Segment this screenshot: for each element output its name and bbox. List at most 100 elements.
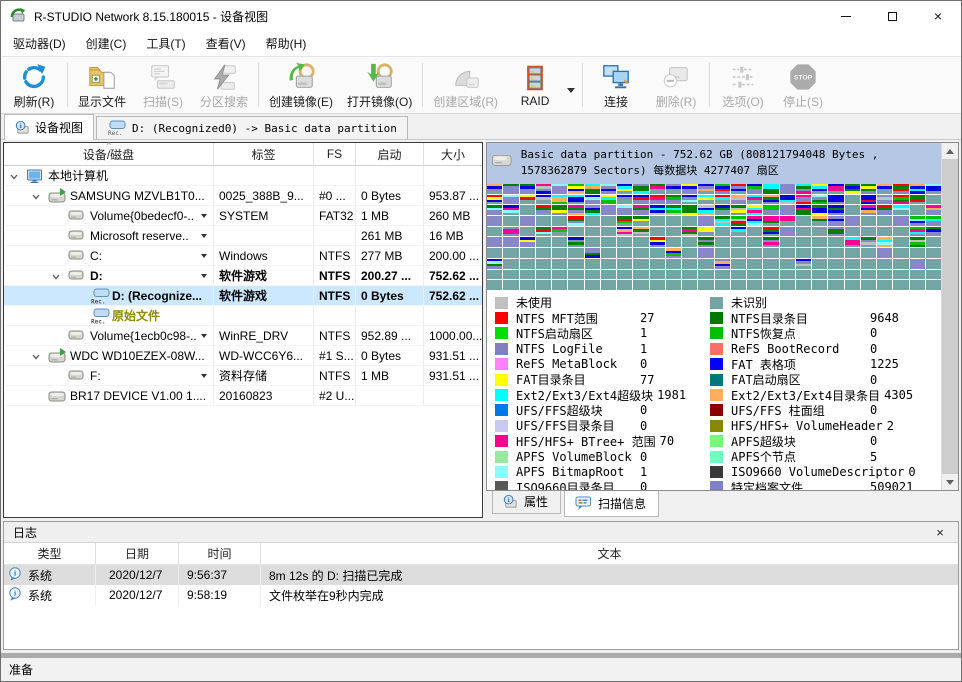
scan-block	[585, 195, 600, 205]
show-files-button[interactable]: 显示文件	[71, 58, 133, 112]
scan-block	[796, 205, 811, 215]
svg-text:i: i	[14, 568, 16, 577]
scan-block	[487, 227, 502, 237]
raid-button[interactable]: RAID	[505, 58, 565, 112]
menu-drives[interactable]: 驱动器(D)	[3, 31, 76, 56]
menu-create[interactable]: 创建(C)	[76, 31, 137, 56]
scan-block	[893, 216, 908, 226]
svg-text:Rec.: Rec.	[108, 130, 122, 136]
legend-item: 未使用	[495, 295, 710, 310]
menu-tools[interactable]: 工具(T)	[136, 31, 195, 56]
maximize-button[interactable]	[869, 1, 915, 31]
tree-row[interactable]: WDC WD10EZEX-08W...WD-WCC6Y6...#1 S...0 …	[4, 346, 482, 366]
refresh-icon	[19, 61, 49, 93]
scan-block	[585, 248, 600, 258]
log-row[interactable]: i系统2020/12/79:58:19文件枚举在9秒内完成	[4, 585, 958, 605]
dropdown-caret-icon[interactable]	[201, 334, 207, 338]
column-header-size[interactable]: 大小	[424, 143, 482, 165]
legend-count: 2	[883, 419, 894, 433]
tab-properties[interactable]: i 属性	[492, 491, 561, 514]
expand-chevron-icon[interactable]	[51, 271, 61, 285]
vertical-scrollbar[interactable]	[941, 143, 958, 490]
dropdown-caret-icon[interactable]	[201, 234, 207, 238]
device-name: F:	[90, 369, 101, 383]
raid-button-group: RAID	[505, 58, 579, 112]
size-cell	[424, 306, 482, 326]
scan-block	[845, 195, 860, 205]
tree-row[interactable]: 本地计算机	[4, 166, 482, 186]
scroll-down-icon[interactable]	[942, 474, 958, 490]
scan-block	[520, 216, 535, 226]
log-column-type[interactable]: 类型	[4, 543, 96, 564]
tree-row[interactable]: F:资料存储NTFS1 MB931.51 ...	[4, 366, 482, 386]
dropdown-caret-icon[interactable]	[201, 254, 207, 258]
scan-block	[812, 270, 827, 280]
create-image-button[interactable]: 创建镜像(E)	[262, 58, 340, 112]
device-name: Volume{1ecb0c98-..	[90, 329, 197, 343]
expand-chevron-icon[interactable]	[31, 351, 41, 365]
column-header-start[interactable]: 启动	[356, 143, 424, 165]
refresh-button[interactable]: 刷新(R)	[4, 58, 64, 112]
maximize-icon	[888, 12, 897, 21]
dropdown-caret-icon[interactable]	[201, 214, 207, 218]
log-column-date[interactable]: 日期	[96, 543, 179, 564]
fs-cell: NTFS	[314, 266, 356, 286]
tab-recognized-partition[interactable]: Rec. D: (Recognized0) -> Basic data part…	[96, 116, 408, 139]
scan-block	[536, 195, 551, 205]
log-row[interactable]: i系统2020/12/79:56:378m 12s 的 D: 扫描已完成	[4, 565, 958, 585]
tree-row[interactable]: BR17 DEVICE V1.00 1....20160823#2 U...	[4, 386, 482, 406]
scan-block	[715, 280, 730, 290]
device-name: Volume{0bedecf0-..	[90, 209, 194, 223]
scroll-up-icon[interactable]	[942, 143, 958, 159]
legend-item: NTFS MFT范围27	[495, 310, 710, 325]
scan-block	[487, 205, 502, 215]
tree-row[interactable]: C:WindowsNTFS277 MB200.00 ...	[4, 246, 482, 266]
scan-block	[828, 270, 843, 280]
log-column-time[interactable]: 时间	[179, 543, 261, 564]
recognized-partition-tab-label: D: (Recognized0) -> Basic data partition	[132, 122, 397, 135]
scan-block	[650, 195, 665, 205]
scan-block	[715, 227, 730, 237]
legend-swatch	[710, 312, 723, 324]
tree-row[interactable]: Volume{1ecb0c98-..WinRE_DRVNTFS952.89 ..…	[4, 326, 482, 346]
raid-dropdown-caret[interactable]	[567, 88, 575, 93]
scrollbar-thumb[interactable]	[942, 159, 958, 474]
minimize-button[interactable]	[823, 1, 869, 31]
scan-block	[650, 237, 665, 247]
connect-button[interactable]: 连接	[586, 58, 646, 112]
svg-text:i: i	[508, 497, 510, 504]
expand-chevron-icon[interactable]	[9, 171, 19, 185]
open-image-button[interactable]: 打开镜像(O)	[340, 58, 419, 112]
tree-row[interactable]: Microsoft reserve..261 MB16 MB	[4, 226, 482, 246]
tree-row[interactable]: D:软件游戏NTFS200.27 ...752.62 ...	[4, 266, 482, 286]
tab-scan-information[interactable]: 扫描信息	[564, 491, 659, 517]
close-button[interactable]: ×	[915, 1, 961, 31]
tree-row[interactable]: SAMSUNG MZVLB1T0...0025_388B_9...#0 ...0…	[4, 186, 482, 206]
scan-icon	[147, 61, 179, 93]
create-region-label: 创建区域(R)	[433, 93, 498, 110]
menu-view[interactable]: 查看(V)	[196, 31, 256, 56]
scan-block	[910, 227, 925, 237]
fs-cell	[314, 306, 356, 326]
scan-block	[812, 195, 827, 205]
scan-block	[650, 184, 665, 194]
tab-device-view[interactable]: i 设备视图	[4, 114, 94, 140]
menu-help[interactable]: 帮助(H)	[256, 31, 317, 56]
tree-row[interactable]: Rec.原始文件	[4, 306, 482, 326]
sort-indicator-icon: ^	[107, 143, 111, 149]
tree-row[interactable]: Volume{0bedecf0-..SYSTEMFAT321 MB260 MB	[4, 206, 482, 226]
legend-count: 9648	[866, 311, 899, 325]
column-header-fs[interactable]: FS	[314, 143, 356, 165]
tree-row[interactable]: Rec.D: (Recognize...软件游戏NTFS0 Bytes752.6…	[4, 286, 482, 306]
dropdown-caret-icon[interactable]	[201, 274, 207, 278]
scan-block	[731, 248, 746, 258]
log-column-text[interactable]: 文本	[261, 543, 958, 564]
dropdown-caret-icon[interactable]	[201, 374, 207, 378]
expand-chevron-icon[interactable]	[31, 191, 41, 205]
options-label: 选项(O)	[722, 93, 763, 110]
column-header-label[interactable]: 标签	[214, 143, 314, 165]
scan-block	[487, 237, 502, 247]
scan-block	[780, 227, 795, 237]
scan-block	[601, 216, 616, 226]
log-close-icon[interactable]: ×	[931, 525, 949, 540]
